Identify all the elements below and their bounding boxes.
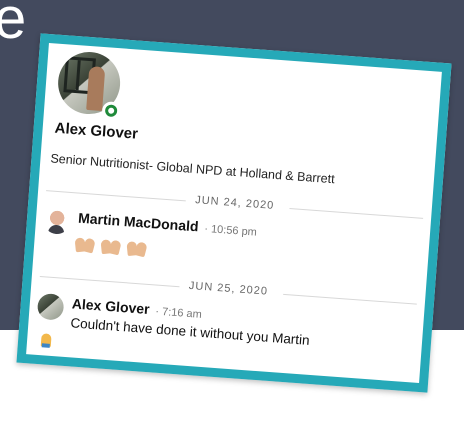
- martin-avatar[interactable]: [43, 207, 71, 235]
- message-sender[interactable]: Martin MacDonald · 10:56 pm: [78, 210, 258, 239]
- linkedin-message-thread: Alex Glover Senior Nutritionist- Global …: [16, 33, 452, 393]
- sender-name[interactable]: Martin MacDonald: [78, 210, 199, 235]
- message-time: · 10:56 pm: [203, 222, 258, 239]
- online-status-icon: [101, 101, 121, 121]
- folded-hands-icon: [39, 333, 54, 348]
- clapping-hands-icon: [100, 235, 123, 256]
- message-text: Couldn't have done it without you Martin: [69, 315, 311, 348]
- background-letter: e: [0, 0, 27, 51]
- alex-avatar[interactable]: [36, 292, 65, 321]
- message-time: · 7:16 am: [154, 305, 203, 321]
- sender-name[interactable]: Alex Glover: [71, 295, 150, 317]
- clapping-hands-icon: [74, 233, 97, 254]
- screenshot-card: Alex Glover Senior Nutritionist- Global …: [16, 33, 452, 393]
- message-content: [74, 233, 149, 258]
- profile-name[interactable]: Alex Glover: [54, 120, 138, 143]
- clapping-hands-icon: [126, 237, 149, 258]
